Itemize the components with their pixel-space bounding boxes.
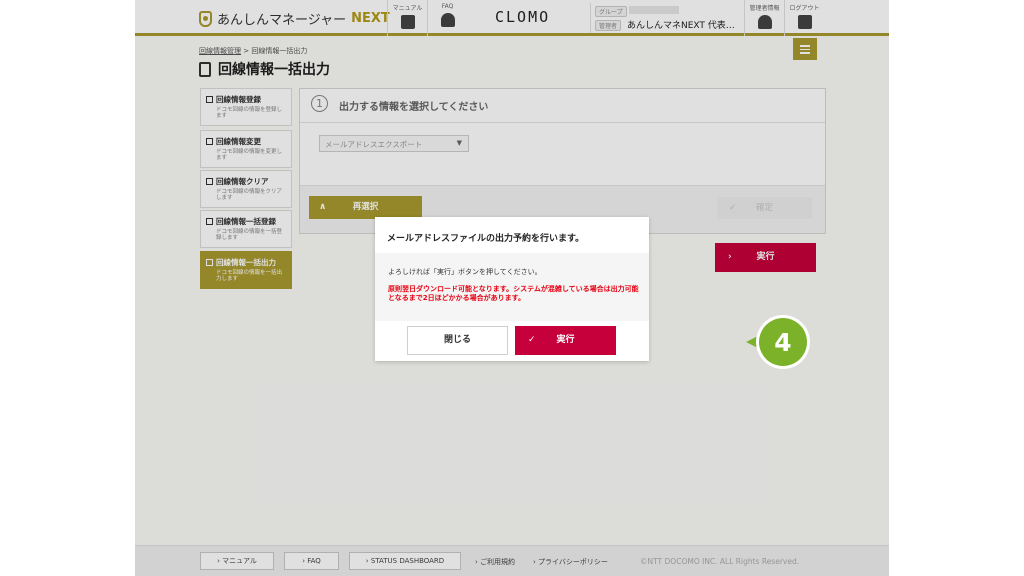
dialog-execute-label: 実行 <box>556 335 575 345</box>
dialog-execute-button[interactable]: ✓ 実行 <box>515 326 616 355</box>
dialog-title: メールアドレスファイルの出力予約を行います。 <box>387 234 585 244</box>
marker-number: 4 <box>774 328 791 357</box>
dialog-message: よろしければ「実行」ボタンを押してください。 <box>388 268 542 276</box>
check-icon: ✓ <box>528 335 536 345</box>
app-window: あんしんマネージャー NEXT マニュアル FAQ CLOMO グループ 管理者 … <box>135 0 889 576</box>
step-marker: 4 <box>746 315 810 369</box>
confirm-dialog: メールアドレスファイルの出力予約を行います。 よろしければ「実行」ボタンを押して… <box>375 217 649 361</box>
close-button[interactable]: 閉じる <box>407 326 508 355</box>
dialog-body: よろしければ「実行」ボタンを押してください。 原則翌日ダウンロード可能となります… <box>375 253 649 321</box>
dialog-warning: 原則翌日ダウンロード可能となります。システムが混雑している場合は出力可能となるま… <box>388 285 639 302</box>
